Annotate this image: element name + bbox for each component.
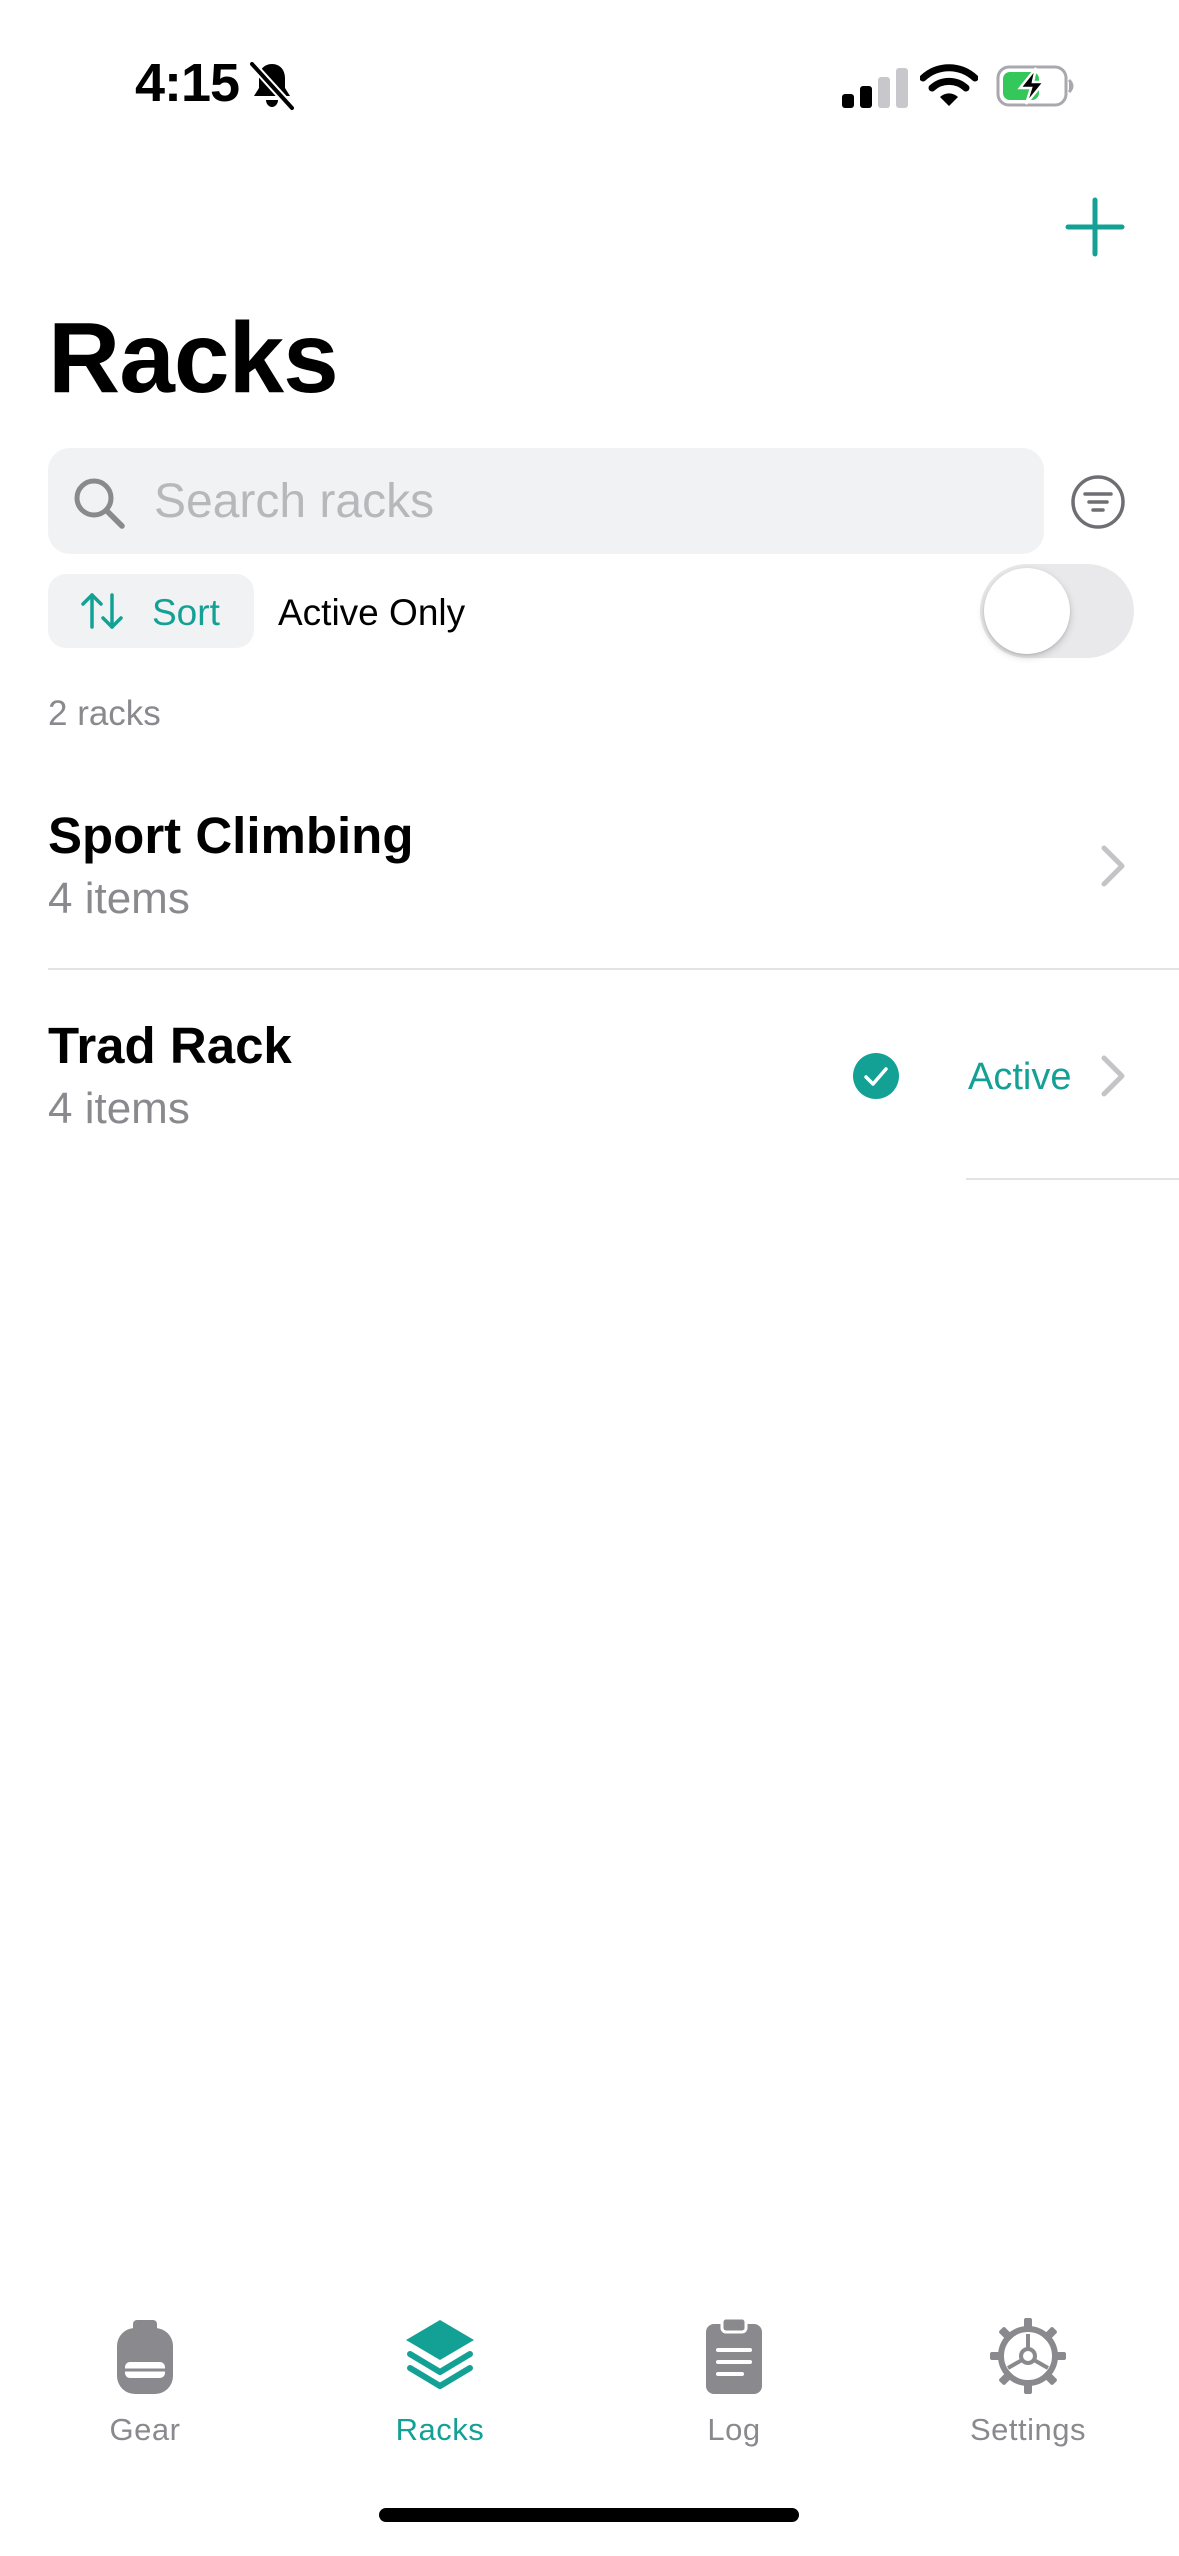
tab-settings[interactable]: Settings [918,2300,1138,2460]
add-rack-button[interactable] [1060,192,1130,262]
rack-row-trad-rack[interactable]: Trad Rack 4 items Active [0,990,1179,1200]
clipboard-icon [706,2316,762,2394]
row-divider [48,968,1179,970]
status-time: 4:15 [135,53,240,113]
rack-count: 2 racks [48,694,161,733]
page-title: Racks [48,302,339,414]
racks-screen: 4:15 Racks Search racks Sort Active Only… [0,0,1179,2556]
cellular-signal-icon [842,68,908,108]
rack-item-count: 4 items [48,1084,190,1133]
rack-name: Trad Rack [48,1017,292,1074]
tab-label: Racks [395,2412,485,2447]
bell-slash-icon [249,61,295,111]
rack-name: Sport Climbing [48,807,414,864]
home-indicator[interactable] [379,2508,799,2522]
tab-label: Settings [969,2412,1086,2447]
active-status-label: Active [968,1056,1072,1098]
search-icon [74,478,125,529]
filter-icon[interactable] [1070,474,1126,530]
rack-item-count: 4 items [48,874,190,923]
gear-icon [990,2318,1066,2394]
active-only-toggle[interactable] [980,564,1134,658]
tab-log[interactable]: Log [624,2300,844,2460]
tab-racks[interactable]: Racks [330,2300,550,2460]
battery-charging-icon [996,65,1074,107]
tab-label: Log [707,2412,761,2447]
tab-label: Gear [109,2412,181,2447]
search-input[interactable] [154,448,1014,554]
sort-arrows-icon [81,593,123,629]
row-divider [966,1178,1179,1180]
checkmark-circle-icon [853,1053,899,1099]
search-field[interactable] [48,448,1044,554]
wifi-icon [920,64,978,106]
tab-gear[interactable]: Gear [35,2300,255,2460]
chevron-right-icon [1101,845,1125,887]
layers-icon [406,2320,474,2389]
toggle-knob [984,568,1070,654]
sort-button[interactable]: Sort [48,574,254,648]
active-only-label: Active Only [278,592,466,633]
rack-row-sport-climbing[interactable]: Sport Climbing 4 items [0,780,1179,990]
backpack-icon [117,2320,173,2394]
sort-label: Sort [152,592,220,633]
chevron-right-icon [1101,1055,1125,1097]
